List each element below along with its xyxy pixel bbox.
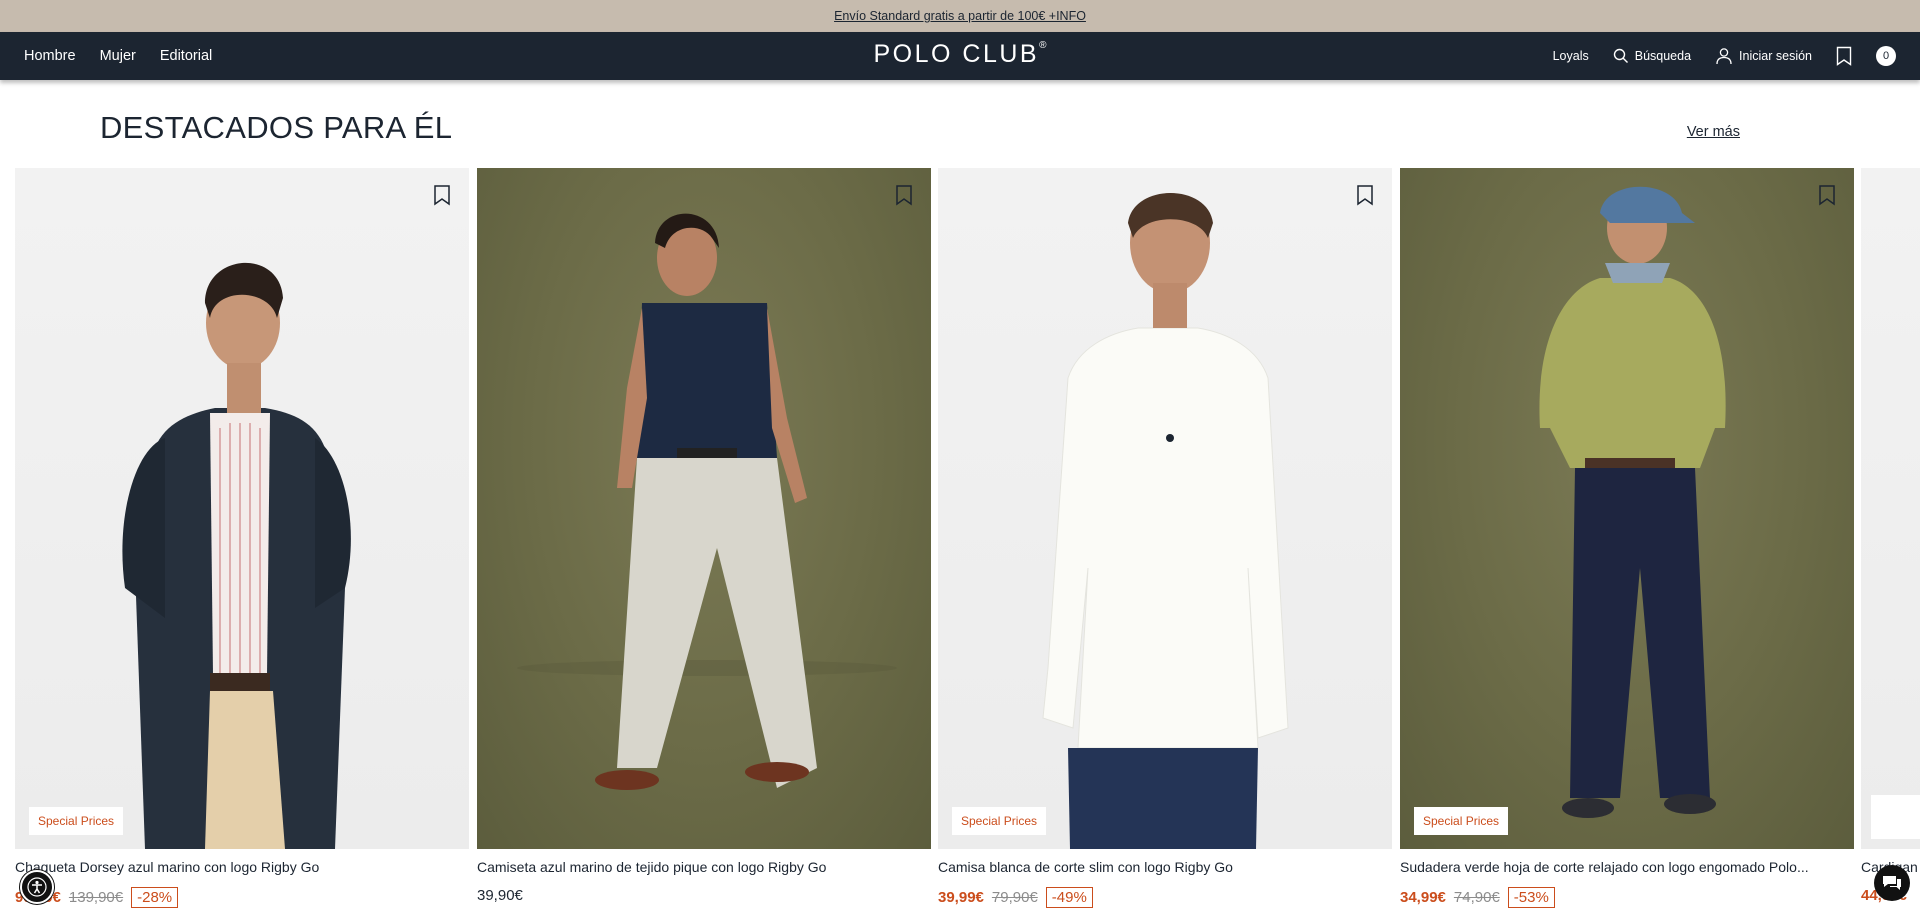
discount-badge: -53% bbox=[1507, 887, 1555, 908]
chat-button[interactable] bbox=[1874, 865, 1910, 901]
promo-bar[interactable]: Envío Standard gratis a partir de 100€ +… bbox=[0, 0, 1920, 32]
wishlist-button[interactable] bbox=[1836, 46, 1852, 66]
price-current: 34,99€ bbox=[1400, 889, 1446, 906]
product-card[interactable]: Cardigan 44,99€ bbox=[1861, 168, 1920, 904]
nav-mujer[interactable]: Mujer bbox=[100, 48, 136, 64]
cart-button[interactable]: 0 bbox=[1876, 46, 1896, 66]
bookmark-icon[interactable] bbox=[1356, 184, 1374, 206]
product-prices: 39,90€ bbox=[477, 887, 931, 904]
product-card[interactable]: Camiseta azul marino de tejido pique con… bbox=[477, 168, 931, 904]
product-prices: 39,99€ 79,90€ -49% bbox=[938, 887, 1392, 908]
nav-hombre[interactable]: Hombre bbox=[24, 48, 76, 64]
user-icon bbox=[1716, 48, 1732, 65]
product-prices: 34,99€ 74,90€ -53% bbox=[1400, 887, 1854, 908]
see-more-link[interactable]: Ver más bbox=[1687, 124, 1740, 140]
accessibility-button[interactable] bbox=[20, 870, 54, 904]
search-label: Búsqueda bbox=[1634, 49, 1692, 63]
main-nav: Hombre Mujer Editorial POLO CLUB® Loyals… bbox=[0, 32, 1920, 80]
nav-left: Hombre Mujer Editorial bbox=[24, 48, 212, 64]
promo-text[interactable]: Envío Standard gratis a partir de 100€ +… bbox=[834, 9, 1086, 23]
price-current: 39,90€ bbox=[477, 887, 523, 904]
product-image-overlay bbox=[1871, 795, 1920, 839]
product-image[interactable]: Special Prices bbox=[1400, 168, 1854, 849]
price-current: 39,99€ bbox=[938, 889, 984, 906]
cart-count-badge: 0 bbox=[1876, 46, 1896, 66]
nav-loyals[interactable]: Loyals bbox=[1553, 49, 1589, 63]
logo-text: POLO CLUB bbox=[873, 40, 1040, 68]
product-card[interactable]: Special Prices Chaqueta Dorsey azul mari… bbox=[15, 168, 469, 908]
price-original: 74,90€ bbox=[1453, 889, 1500, 906]
product-image[interactable]: Special Prices bbox=[938, 168, 1392, 849]
product-name[interactable]: Camiseta azul marino de tejido pique con… bbox=[477, 859, 931, 875]
product-card[interactable]: Special Prices Sudadera verde hoja de co… bbox=[1400, 168, 1854, 908]
section-header: DESTACADOS PARA ÉL Ver más bbox=[100, 108, 1820, 148]
product-image[interactable]: Special Prices bbox=[15, 168, 469, 849]
price-original: 79,90€ bbox=[991, 889, 1038, 906]
product-image[interactable] bbox=[477, 168, 931, 849]
chat-icon bbox=[1883, 876, 1901, 890]
nav-right: Loyals Búsqueda Iniciar sesión 0 bbox=[1553, 46, 1896, 66]
product-prices: 99,99€ 139,90€ -28% bbox=[15, 887, 469, 908]
product-card[interactable]: Special Prices Camisa blanca de corte sl… bbox=[938, 168, 1392, 908]
product-photo-sweatshirt bbox=[1539, 186, 1726, 818]
nav-editorial[interactable]: Editorial bbox=[160, 48, 212, 64]
product-photo-shirt bbox=[1042, 193, 1289, 849]
bookmark-icon[interactable] bbox=[1818, 184, 1836, 206]
special-prices-badge: Special Prices bbox=[952, 807, 1047, 835]
product-image[interactable] bbox=[1861, 168, 1920, 849]
search-icon bbox=[1613, 48, 1628, 63]
special-prices-badge: Special Prices bbox=[29, 807, 124, 835]
product-name[interactable]: Camisa blanca de corte slim con logo Rig… bbox=[938, 859, 1392, 875]
accessibility-icon bbox=[27, 877, 47, 897]
section-title: DESTACADOS PARA ÉL bbox=[100, 110, 453, 145]
login-label: Iniciar sesión bbox=[1739, 49, 1812, 63]
product-photo-tshirt bbox=[517, 213, 897, 790]
discount-badge: -49% bbox=[1045, 887, 1093, 908]
product-name[interactable]: Chaqueta Dorsey azul marino con logo Rig… bbox=[15, 859, 469, 875]
bookmark-icon[interactable] bbox=[433, 184, 451, 206]
nav-search[interactable]: Búsqueda bbox=[1613, 48, 1691, 64]
special-prices-badge: Special Prices bbox=[1414, 807, 1509, 835]
bookmark-icon[interactable] bbox=[895, 184, 913, 206]
product-photo-jacket bbox=[122, 262, 351, 849]
nav-login[interactable]: Iniciar sesión bbox=[1715, 47, 1812, 65]
discount-badge: -28% bbox=[131, 887, 179, 908]
logo-registered-mark: ® bbox=[1039, 40, 1047, 51]
bookmark-icon bbox=[1836, 46, 1852, 66]
polo-club-logo[interactable]: POLO CLUB® bbox=[874, 40, 1047, 69]
product-carousel[interactable]: Special Prices Chaqueta Dorsey azul mari… bbox=[15, 168, 1920, 919]
product-name[interactable]: Sudadera verde hoja de corte relajado co… bbox=[1400, 859, 1854, 875]
price-original: 139,90€ bbox=[68, 889, 124, 906]
